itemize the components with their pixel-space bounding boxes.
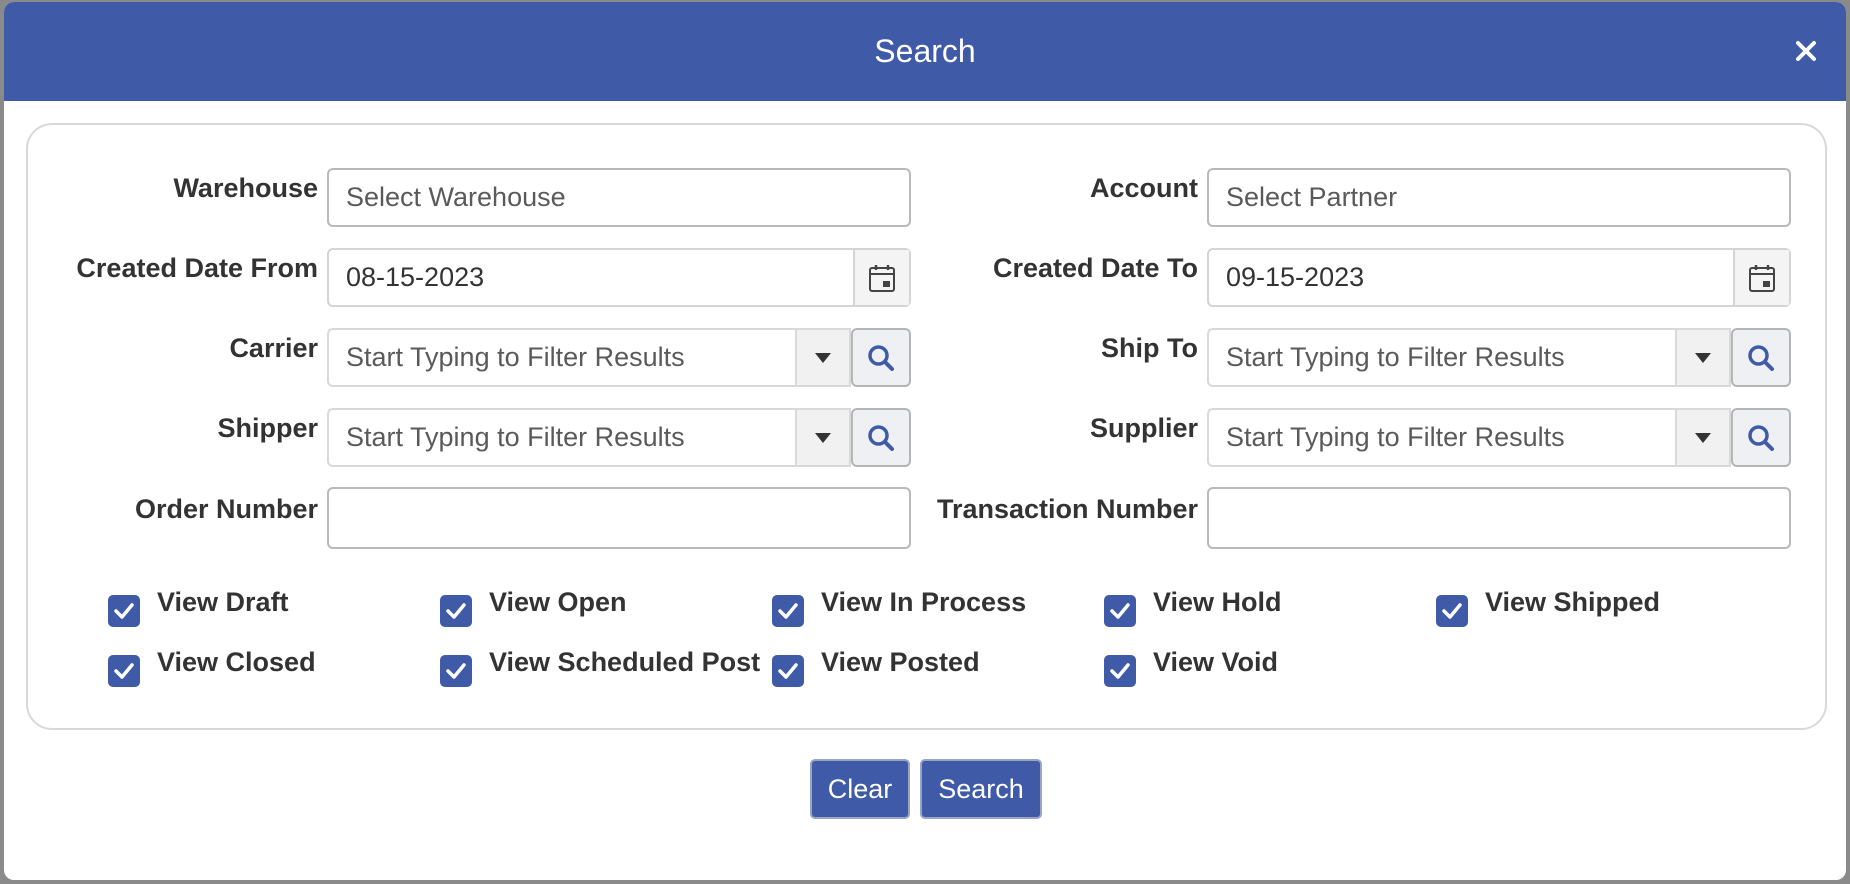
carrier-search-button[interactable] xyxy=(851,328,911,387)
shipper-dropdown-button[interactable] xyxy=(795,408,851,467)
checkbox-box[interactable] xyxy=(1104,655,1136,687)
checkmark-icon xyxy=(446,663,466,679)
dialog-title: Search xyxy=(874,33,976,69)
checkbox-box[interactable] xyxy=(440,595,472,627)
account-label: Account xyxy=(1090,173,1198,203)
search-icon xyxy=(868,424,894,451)
view-posted-checkbox[interactable]: View Posted xyxy=(772,647,980,687)
view-posted-label: View Posted xyxy=(821,647,980,677)
clear-button[interactable]: Clear xyxy=(810,759,910,819)
search-icon xyxy=(1748,344,1774,371)
checkmark-icon xyxy=(778,663,798,679)
view-in-process-checkbox[interactable]: View In Process xyxy=(772,587,1026,627)
search-criteria-panel: Warehouse Select Warehouse Account Selec… xyxy=(26,123,1827,730)
warehouse-select[interactable]: Select Warehouse xyxy=(327,168,911,227)
caret-down-icon xyxy=(815,352,831,363)
supplier-search-button[interactable] xyxy=(1731,408,1791,467)
view-draft-label: View Draft xyxy=(157,587,289,617)
checkmark-icon xyxy=(1110,663,1130,679)
checkmark-icon xyxy=(114,603,134,619)
shipper-combobox: Start Typing to Filter Results xyxy=(327,408,911,467)
ship-to-combobox: Start Typing to Filter Results xyxy=(1207,328,1791,387)
close-icon xyxy=(1796,41,1816,61)
view-open-checkbox[interactable]: View Open xyxy=(440,587,627,627)
order-number-input[interactable] xyxy=(327,487,911,549)
transaction-number-label: Transaction Number xyxy=(936,494,1198,524)
created-date-to-field: 09-15-2023 xyxy=(1207,248,1791,307)
search-icon xyxy=(868,344,894,371)
checkbox-box[interactable] xyxy=(108,655,140,687)
created-date-from-field: 08-15-2023 xyxy=(327,248,911,307)
checkmark-icon xyxy=(1442,603,1462,619)
shipper-label: Shipper xyxy=(217,413,318,443)
created-date-to-calendar-button[interactable] xyxy=(1733,250,1789,305)
close-button[interactable] xyxy=(1788,33,1824,69)
calendar-icon xyxy=(1749,264,1775,292)
view-void-label: View Void xyxy=(1153,647,1279,677)
view-open-label: View Open xyxy=(489,587,627,617)
caret-down-icon xyxy=(1695,352,1711,363)
order-number-label: Order Number xyxy=(134,494,318,524)
checkbox-box[interactable] xyxy=(772,595,804,627)
view-hold-checkbox[interactable]: View Hold xyxy=(1104,587,1282,627)
carrier-combobox: Start Typing to Filter Results xyxy=(327,328,911,387)
view-closed-label: View Closed xyxy=(157,647,316,677)
view-void-checkbox[interactable]: View Void xyxy=(1104,647,1278,687)
checkmark-icon xyxy=(778,603,798,619)
checkmark-icon xyxy=(446,603,466,619)
account-select[interactable]: Select Partner xyxy=(1207,168,1791,227)
carrier-dropdown-button[interactable] xyxy=(795,328,851,387)
view-scheduled-post-checkbox[interactable]: View Scheduled Post xyxy=(440,647,760,687)
view-shipped-label: View Shipped xyxy=(1485,587,1661,617)
search-button[interactable]: Search xyxy=(920,759,1042,819)
checkbox-box[interactable] xyxy=(1436,595,1468,627)
carrier-input[interactable]: Start Typing to Filter Results xyxy=(327,328,795,387)
ship-to-search-button[interactable] xyxy=(1731,328,1791,387)
created-date-from-input[interactable]: 08-15-2023 xyxy=(329,250,853,305)
checkbox-box[interactable] xyxy=(440,655,472,687)
ship-to-dropdown-button[interactable] xyxy=(1675,328,1731,387)
view-in-process-label: View In Process xyxy=(821,587,1027,617)
shipper-input[interactable]: Start Typing to Filter Results xyxy=(327,408,795,467)
supplier-dropdown-button[interactable] xyxy=(1675,408,1731,467)
dialog-header: Search xyxy=(4,2,1846,101)
view-hold-label: View Hold xyxy=(1153,587,1282,617)
caret-down-icon xyxy=(815,432,831,443)
created-date-to-label: Created Date To xyxy=(992,253,1198,283)
checkmark-icon xyxy=(114,663,134,679)
created-date-to-input[interactable]: 09-15-2023 xyxy=(1209,250,1733,305)
calendar-icon xyxy=(869,264,895,292)
checkbox-box[interactable] xyxy=(1104,595,1136,627)
supplier-combobox: Start Typing to Filter Results xyxy=(1207,408,1791,467)
view-draft-checkbox[interactable]: View Draft xyxy=(108,587,289,627)
ship-to-input[interactable]: Start Typing to Filter Results xyxy=(1207,328,1675,387)
created-date-from-calendar-button[interactable] xyxy=(853,250,909,305)
warehouse-label: Warehouse xyxy=(173,173,318,203)
view-closed-checkbox[interactable]: View Closed xyxy=(108,647,316,687)
created-date-from-label: Created Date From xyxy=(76,253,318,283)
carrier-label: Carrier xyxy=(229,333,318,363)
ship-to-label: Ship To xyxy=(1101,333,1198,363)
search-icon xyxy=(1748,424,1774,451)
view-shipped-checkbox[interactable]: View Shipped xyxy=(1436,587,1660,627)
shipper-search-button[interactable] xyxy=(851,408,911,467)
search-dialog: Search Warehouse Select Warehouse Accoun… xyxy=(4,2,1846,880)
supplier-label: Supplier xyxy=(1089,413,1198,443)
checkbox-box[interactable] xyxy=(108,595,140,627)
checkbox-box[interactable] xyxy=(772,655,804,687)
view-scheduled-post-label: View Scheduled Post xyxy=(489,647,761,677)
caret-down-icon xyxy=(1695,432,1711,443)
supplier-input[interactable]: Start Typing to Filter Results xyxy=(1207,408,1675,467)
transaction-number-input[interactable] xyxy=(1207,487,1791,549)
checkmark-icon xyxy=(1110,603,1130,619)
